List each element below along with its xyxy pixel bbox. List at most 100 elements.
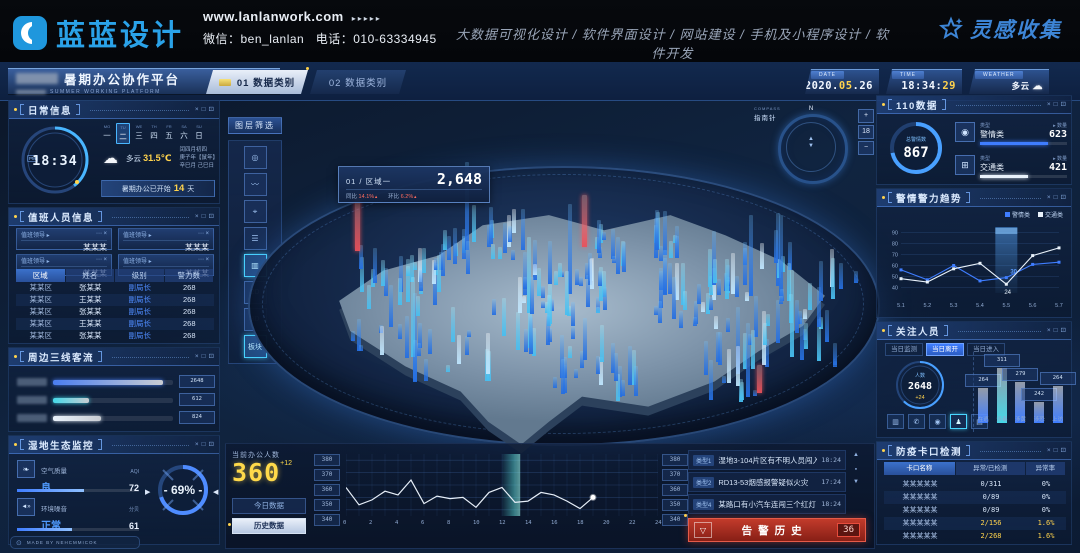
alert-row[interactable]: 类型2RD13-53烟感报警疑似火灾17:24	[688, 472, 846, 492]
data-spike	[537, 268, 541, 296]
gauge-prev-button[interactable]: ▶	[145, 488, 150, 496]
data-spike	[803, 309, 807, 320]
alert-row[interactable]: 类型4某路口有小汽车连闯三个红灯18:24	[688, 494, 846, 514]
window-icon[interactable]: ⊡	[209, 106, 214, 114]
focus-category-icon[interactable]: ◉	[929, 414, 946, 429]
weekday-cell[interactable]: FR五	[163, 123, 175, 144]
layer-button-signal[interactable]: 〰	[244, 173, 267, 196]
window-icon[interactable]: □	[1054, 101, 1058, 109]
table-row[interactable]: 某某区张某某副局长268	[16, 282, 214, 294]
alert-row[interactable]: 类型1湿地3-104片区有不明人员闯入18:24	[688, 450, 846, 470]
bracket	[944, 325, 948, 336]
checkpoint-header-cell[interactable]: 异常/已检测	[956, 462, 1025, 475]
website-url[interactable]: www.lanlanwork.com	[203, 9, 344, 24]
today-data-button[interactable]: 今日数据	[232, 498, 306, 514]
window-icon[interactable]: □	[1054, 194, 1058, 202]
table-row[interactable]: 某某某某某0/3110%	[884, 478, 1066, 491]
weekday-cell[interactable]: SA六	[178, 123, 190, 144]
gauge-next-button[interactable]: ◀	[213, 488, 218, 496]
history-data-button[interactable]: 历史数据	[232, 518, 306, 534]
window-icon[interactable]: □	[202, 213, 206, 221]
layer-button-list[interactable]: ☰	[244, 227, 267, 250]
layer-button-location[interactable]: ◎	[244, 146, 267, 169]
window-icon[interactable]: ×	[1047, 101, 1051, 109]
focus-category-icon[interactable]: ♟	[950, 414, 967, 429]
flow-bar-row: 824	[17, 411, 215, 425]
duty-card-menu-icon[interactable]: ⋯ ×	[96, 230, 107, 239]
window-icon[interactable]: ⊡	[209, 441, 214, 449]
focus-category-icon[interactable]: ▥	[887, 414, 904, 429]
table-row[interactable]: 某某区张某某副局长268	[16, 330, 214, 342]
window-icon[interactable]: □	[202, 441, 206, 449]
scroll-down-icon[interactable]: ▼	[853, 479, 859, 485]
weekday-cell[interactable]: TH四	[148, 123, 160, 144]
zoom-in-button[interactable]: +	[858, 109, 874, 123]
table-row[interactable]: 某某区张某某副局长268	[16, 306, 214, 318]
duty-card-menu-icon[interactable]: ⋯ ×	[198, 256, 209, 265]
focus-tab[interactable]: 当日监测	[885, 343, 923, 356]
window-icon[interactable]: ×	[195, 441, 199, 449]
window-icon[interactable]: □	[202, 353, 206, 361]
alert-spike	[757, 365, 762, 393]
compass-north: N	[772, 106, 850, 112]
office-chart-yticks-left: 380370360350340	[314, 454, 340, 526]
weekday-cell[interactable]: MO一	[101, 123, 113, 144]
inspiration-collect[interactable]: 灵感收集	[938, 14, 1062, 44]
window-icon[interactable]: ⊡	[209, 213, 214, 221]
duty-table-header-cell[interactable]: 级别	[115, 269, 164, 282]
window-icon[interactable]: ×	[1047, 447, 1051, 455]
window-icon[interactable]: ×	[195, 213, 199, 221]
table-row[interactable]: 某某某某某2/2681.6%	[884, 530, 1066, 543]
duty-leader-card[interactable]: 值班领导 ▸⋯ ×某某某	[16, 228, 112, 250]
window-icon[interactable]: □	[1054, 327, 1058, 335]
weekday-en: FR	[163, 124, 175, 129]
window-icon[interactable]: ⊡	[209, 353, 214, 361]
window-icon[interactable]: ⊡	[1061, 447, 1066, 455]
weekday-cell[interactable]: SU日	[193, 123, 205, 144]
zoom-out-button[interactable]: −	[858, 141, 874, 155]
clock-time: 18:34	[19, 153, 91, 169]
window-icon[interactable]: □	[202, 106, 206, 114]
duty-card-menu-icon[interactable]: ⋯ ×	[198, 230, 209, 239]
weekday-en: TH	[148, 124, 160, 129]
tab-data-category-2[interactable]: 02 数据类别	[310, 70, 406, 94]
weekday-cell[interactable]: TU二	[116, 123, 130, 144]
checkpoint-header-cell[interactable]: 卡口名称	[884, 462, 955, 475]
focus-gauge: 人数 2648 +24	[893, 358, 947, 417]
window-icon[interactable]: ×	[1047, 194, 1051, 202]
focus-category-icon[interactable]: ✆	[908, 414, 925, 429]
window-icon[interactable]: ⊡	[1061, 101, 1066, 109]
alert-history-button[interactable]: ▽ 告警历史 36	[688, 518, 866, 542]
window-icon[interactable]: ×	[195, 106, 199, 114]
window-icon[interactable]: ⊡	[1061, 327, 1066, 335]
duty-table-header-cell[interactable]: 姓名	[66, 269, 115, 282]
table-row[interactable]: 某某某某某0/890%	[884, 491, 1066, 504]
scroll-up-icon[interactable]: ▲	[853, 452, 859, 458]
brand-logo[interactable]: 蓝蓝设计	[12, 12, 184, 54]
table-row[interactable]: 某某区王某某副局长268	[16, 318, 214, 330]
window-icon[interactable]: ×	[1047, 327, 1051, 335]
table-row[interactable]: 某某某某某2/1561.6%	[884, 517, 1066, 530]
panel-header: 周边三线客流 ×□⊡	[9, 348, 219, 366]
focus-bar-label: 涉黄	[1015, 415, 1026, 423]
duty-leader-card[interactable]: 值班领导 ▸⋯ ×某某某	[118, 228, 214, 250]
window-icon[interactable]: ⊡	[1061, 194, 1066, 202]
checkpoint-header-cell[interactable]: 异常率	[1026, 462, 1065, 475]
data-spike	[590, 258, 594, 289]
weekday-cell[interactable]: WE三	[133, 123, 145, 144]
tab-data-category-1[interactable]: 01 数据类别	[206, 70, 308, 94]
table-row[interactable]: 某某某某某0/890%	[884, 504, 1066, 517]
air-quality-bar	[17, 489, 139, 492]
data-spike	[451, 307, 455, 342]
window-icon[interactable]: ×	[195, 353, 199, 361]
duty-table-header-cell[interactable]: 警力数	[165, 269, 214, 282]
city-3d-map[interactable]	[295, 195, 847, 447]
focus-tab[interactable]: 当日离开	[926, 343, 964, 356]
panel-title: 警情警力趋势	[896, 191, 962, 205]
duty-card-menu-icon[interactable]: ⋯ ×	[96, 256, 107, 265]
duty-table-header-cell[interactable]: 区域	[16, 269, 65, 282]
compass-widget[interactable]: COMPASS 指南针 N ▲▼	[772, 106, 850, 184]
layer-button-target[interactable]: ⌖	[244, 200, 267, 223]
window-icon[interactable]: □	[1054, 447, 1058, 455]
table-row[interactable]: 某某区王某某副局长268	[16, 294, 214, 306]
